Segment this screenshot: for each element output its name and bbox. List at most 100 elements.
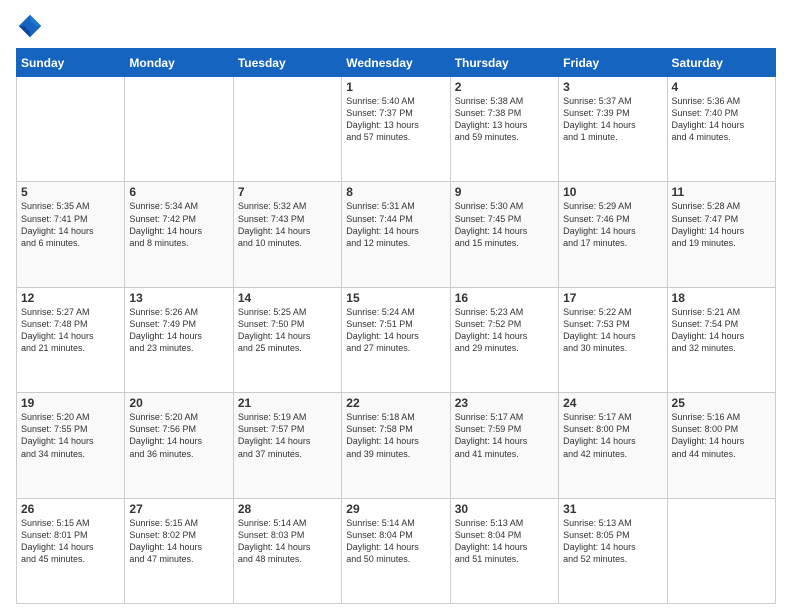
day-cell: 7Sunrise: 5:32 AM Sunset: 7:43 PM Daylig… [233, 182, 341, 287]
col-header-wednesday: Wednesday [342, 49, 450, 77]
day-info: Sunrise: 5:15 AM Sunset: 8:02 PM Dayligh… [129, 517, 228, 566]
day-number: 3 [563, 80, 662, 94]
week-row-5: 26Sunrise: 5:15 AM Sunset: 8:01 PM Dayli… [17, 498, 776, 603]
day-info: Sunrise: 5:18 AM Sunset: 7:58 PM Dayligh… [346, 411, 445, 460]
day-info: Sunrise: 5:17 AM Sunset: 7:59 PM Dayligh… [455, 411, 554, 460]
day-number: 1 [346, 80, 445, 94]
day-cell: 3Sunrise: 5:37 AM Sunset: 7:39 PM Daylig… [559, 77, 667, 182]
day-cell: 21Sunrise: 5:19 AM Sunset: 7:57 PM Dayli… [233, 393, 341, 498]
day-cell: 13Sunrise: 5:26 AM Sunset: 7:49 PM Dayli… [125, 287, 233, 392]
day-cell: 11Sunrise: 5:28 AM Sunset: 7:47 PM Dayli… [667, 182, 775, 287]
day-number: 19 [21, 396, 120, 410]
day-cell: 16Sunrise: 5:23 AM Sunset: 7:52 PM Dayli… [450, 287, 558, 392]
header [16, 12, 776, 40]
day-cell: 17Sunrise: 5:22 AM Sunset: 7:53 PM Dayli… [559, 287, 667, 392]
day-cell: 5Sunrise: 5:35 AM Sunset: 7:41 PM Daylig… [17, 182, 125, 287]
day-cell: 6Sunrise: 5:34 AM Sunset: 7:42 PM Daylig… [125, 182, 233, 287]
day-info: Sunrise: 5:17 AM Sunset: 8:00 PM Dayligh… [563, 411, 662, 460]
day-number: 25 [672, 396, 771, 410]
day-cell: 25Sunrise: 5:16 AM Sunset: 8:00 PM Dayli… [667, 393, 775, 498]
day-cell [17, 77, 125, 182]
day-cell [233, 77, 341, 182]
day-cell: 15Sunrise: 5:24 AM Sunset: 7:51 PM Dayli… [342, 287, 450, 392]
day-cell: 18Sunrise: 5:21 AM Sunset: 7:54 PM Dayli… [667, 287, 775, 392]
day-cell [125, 77, 233, 182]
col-header-tuesday: Tuesday [233, 49, 341, 77]
day-number: 6 [129, 185, 228, 199]
day-info: Sunrise: 5:37 AM Sunset: 7:39 PM Dayligh… [563, 95, 662, 144]
day-number: 27 [129, 502, 228, 516]
day-number: 20 [129, 396, 228, 410]
day-cell: 19Sunrise: 5:20 AM Sunset: 7:55 PM Dayli… [17, 393, 125, 498]
day-number: 18 [672, 291, 771, 305]
day-info: Sunrise: 5:14 AM Sunset: 8:03 PM Dayligh… [238, 517, 337, 566]
day-info: Sunrise: 5:24 AM Sunset: 7:51 PM Dayligh… [346, 306, 445, 355]
day-cell: 28Sunrise: 5:14 AM Sunset: 8:03 PM Dayli… [233, 498, 341, 603]
day-info: Sunrise: 5:13 AM Sunset: 8:05 PM Dayligh… [563, 517, 662, 566]
day-info: Sunrise: 5:35 AM Sunset: 7:41 PM Dayligh… [21, 200, 120, 249]
week-row-3: 12Sunrise: 5:27 AM Sunset: 7:48 PM Dayli… [17, 287, 776, 392]
day-number: 31 [563, 502, 662, 516]
day-number: 17 [563, 291, 662, 305]
day-info: Sunrise: 5:23 AM Sunset: 7:52 PM Dayligh… [455, 306, 554, 355]
day-info: Sunrise: 5:26 AM Sunset: 7:49 PM Dayligh… [129, 306, 228, 355]
week-row-1: 1Sunrise: 5:40 AM Sunset: 7:37 PM Daylig… [17, 77, 776, 182]
page: SundayMondayTuesdayWednesdayThursdayFrid… [0, 0, 792, 612]
day-number: 23 [455, 396, 554, 410]
day-info: Sunrise: 5:21 AM Sunset: 7:54 PM Dayligh… [672, 306, 771, 355]
day-number: 29 [346, 502, 445, 516]
day-number: 2 [455, 80, 554, 94]
day-info: Sunrise: 5:40 AM Sunset: 7:37 PM Dayligh… [346, 95, 445, 144]
day-info: Sunrise: 5:22 AM Sunset: 7:53 PM Dayligh… [563, 306, 662, 355]
week-row-4: 19Sunrise: 5:20 AM Sunset: 7:55 PM Dayli… [17, 393, 776, 498]
col-header-sunday: Sunday [17, 49, 125, 77]
day-info: Sunrise: 5:38 AM Sunset: 7:38 PM Dayligh… [455, 95, 554, 144]
day-cell: 1Sunrise: 5:40 AM Sunset: 7:37 PM Daylig… [342, 77, 450, 182]
col-header-friday: Friday [559, 49, 667, 77]
day-cell: 10Sunrise: 5:29 AM Sunset: 7:46 PM Dayli… [559, 182, 667, 287]
day-number: 26 [21, 502, 120, 516]
calendar-table: SundayMondayTuesdayWednesdayThursdayFrid… [16, 48, 776, 604]
day-cell: 9Sunrise: 5:30 AM Sunset: 7:45 PM Daylig… [450, 182, 558, 287]
logo-icon [16, 12, 44, 40]
day-cell: 4Sunrise: 5:36 AM Sunset: 7:40 PM Daylig… [667, 77, 775, 182]
day-info: Sunrise: 5:30 AM Sunset: 7:45 PM Dayligh… [455, 200, 554, 249]
day-info: Sunrise: 5:31 AM Sunset: 7:44 PM Dayligh… [346, 200, 445, 249]
day-info: Sunrise: 5:27 AM Sunset: 7:48 PM Dayligh… [21, 306, 120, 355]
day-info: Sunrise: 5:14 AM Sunset: 8:04 PM Dayligh… [346, 517, 445, 566]
day-cell: 20Sunrise: 5:20 AM Sunset: 7:56 PM Dayli… [125, 393, 233, 498]
day-cell: 30Sunrise: 5:13 AM Sunset: 8:04 PM Dayli… [450, 498, 558, 603]
day-number: 9 [455, 185, 554, 199]
day-info: Sunrise: 5:16 AM Sunset: 8:00 PM Dayligh… [672, 411, 771, 460]
day-cell: 24Sunrise: 5:17 AM Sunset: 8:00 PM Dayli… [559, 393, 667, 498]
day-number: 12 [21, 291, 120, 305]
day-info: Sunrise: 5:34 AM Sunset: 7:42 PM Dayligh… [129, 200, 228, 249]
day-number: 16 [455, 291, 554, 305]
day-number: 15 [346, 291, 445, 305]
day-number: 21 [238, 396, 337, 410]
day-number: 8 [346, 185, 445, 199]
day-number: 14 [238, 291, 337, 305]
day-info: Sunrise: 5:15 AM Sunset: 8:01 PM Dayligh… [21, 517, 120, 566]
day-number: 30 [455, 502, 554, 516]
day-info: Sunrise: 5:13 AM Sunset: 8:04 PM Dayligh… [455, 517, 554, 566]
day-number: 22 [346, 396, 445, 410]
day-info: Sunrise: 5:29 AM Sunset: 7:46 PM Dayligh… [563, 200, 662, 249]
day-info: Sunrise: 5:32 AM Sunset: 7:43 PM Dayligh… [238, 200, 337, 249]
day-number: 4 [672, 80, 771, 94]
day-number: 28 [238, 502, 337, 516]
day-number: 13 [129, 291, 228, 305]
day-number: 11 [672, 185, 771, 199]
logo [16, 12, 48, 40]
day-info: Sunrise: 5:36 AM Sunset: 7:40 PM Dayligh… [672, 95, 771, 144]
day-cell: 8Sunrise: 5:31 AM Sunset: 7:44 PM Daylig… [342, 182, 450, 287]
col-header-thursday: Thursday [450, 49, 558, 77]
day-cell: 27Sunrise: 5:15 AM Sunset: 8:02 PM Dayli… [125, 498, 233, 603]
day-cell: 14Sunrise: 5:25 AM Sunset: 7:50 PM Dayli… [233, 287, 341, 392]
day-info: Sunrise: 5:20 AM Sunset: 7:56 PM Dayligh… [129, 411, 228, 460]
day-number: 10 [563, 185, 662, 199]
day-cell: 26Sunrise: 5:15 AM Sunset: 8:01 PM Dayli… [17, 498, 125, 603]
week-row-2: 5Sunrise: 5:35 AM Sunset: 7:41 PM Daylig… [17, 182, 776, 287]
day-info: Sunrise: 5:19 AM Sunset: 7:57 PM Dayligh… [238, 411, 337, 460]
day-number: 24 [563, 396, 662, 410]
